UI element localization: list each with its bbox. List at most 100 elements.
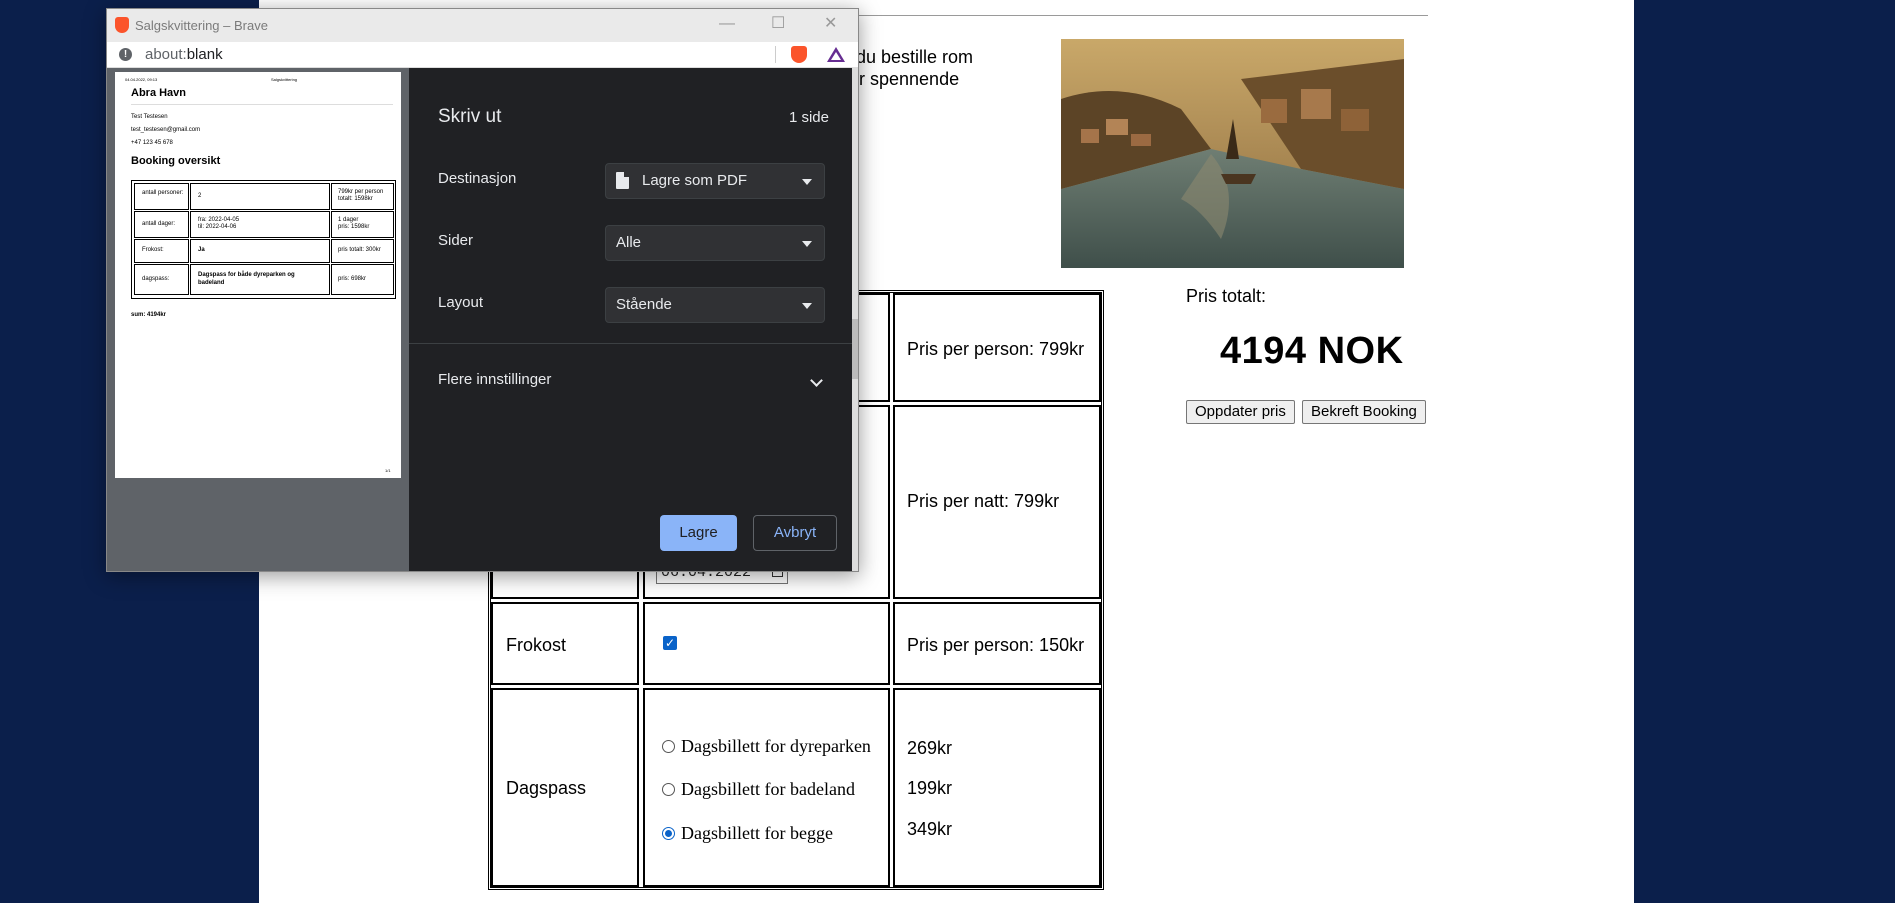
more-settings-toggle[interactable]: Flere innstillinger [438,371,551,388]
preview-page-number: 1/1 [385,468,391,473]
breakfast-price-text: Pris per person: 150kr [907,635,1085,655]
preview-cell-text: pris: 1598kr [338,224,370,230]
preview-phone: +47 123 45 678 [131,140,173,146]
table-cell: Frokost [491,602,639,685]
preview-cell-text: 799kr per person [338,189,384,195]
toolbar-separator [775,46,776,63]
layout-value: Stående [616,296,672,313]
preview-cell: 1 dager pris: 1598kr [331,211,394,238]
person-price-text: Pris per person: 799kr [907,339,1085,359]
preview-cell: dagspass: [134,264,189,295]
chevron-down-icon[interactable] [810,374,823,387]
maximize-icon[interactable]: ☐ [771,13,785,33]
save-button[interactable]: Lagre [660,515,737,551]
table-cell: Pris per person: 799kr [893,293,1101,402]
preview-cell-text: antall dager: [142,221,176,227]
preview-name: Test Testesen [131,114,168,120]
harbor-photo [1061,39,1404,268]
url-scheme: about: [145,46,187,63]
preview-cell-text: pris totalt: 300kr [338,247,381,253]
preview-cell-text: Ja [198,247,205,253]
daypass-option-label: Dagsbillett for begge [681,823,833,843]
preview-divider [131,104,393,105]
brave-shield-icon[interactable] [791,46,807,63]
preview-cell-text: badeland [198,280,225,286]
print-settings-panel: Skriv ut 1 side Destinasjon Lagre som PD… [409,68,858,571]
layout-select[interactable]: Stående [605,287,825,323]
daypass-option-label: Dagsbillett for dyreparken [681,736,871,756]
preview-table: antall personer: 2 799kr per person total… [131,180,396,299]
preview-section: Booking oversikt [131,155,221,167]
night-price-text: Pris per natt: 799kr [907,491,1060,511]
print-title: Skriv ut [438,106,502,127]
preview-cell: 2 [190,183,330,210]
preview-cell-text: pris: 698kr [338,276,367,282]
preview-header-date: 04.04.2022, 09:13 [125,77,158,82]
radio-button-selected[interactable] [662,827,675,840]
table-cell: ✓ [643,602,890,685]
radio-button[interactable] [662,783,675,796]
preview-header-title: Salgskvittering [271,77,298,82]
pages-value: Alle [616,234,642,251]
destination-value: Lagre som PDF [642,172,748,189]
document-icon [616,172,629,189]
daypass-option[interactable]: Dagsbillett for dyreparken [662,736,871,757]
pages-select[interactable]: Alle [605,225,825,261]
table-cell: Pris per natt: 799kr [893,405,1101,599]
preview-cell-text: til: 2022-04-06 [198,224,237,230]
url-text[interactable]: about:blank [145,46,223,63]
update-price-button[interactable]: Oppdater pris [1186,400,1295,424]
daypass-label: Dagspass [506,778,587,798]
preview-cell-text: 2 [198,193,202,199]
table-cell: Dagsbillett for dyreparken Dagsbillett f… [643,688,890,887]
price-total-value: 4194 NOK [1220,330,1404,372]
preview-cell: 799kr per person totalt: 1598kr [331,183,394,210]
preview-email: test_testesen@gmail.com [131,127,201,133]
confirm-booking-button[interactable]: Bekreft Booking [1302,400,1426,424]
preview-cell-text: 1 dager [338,217,359,223]
print-preview-area: 04.04.2022, 09:13 Salgskvittering Abra H… [107,68,409,571]
breakfast-label: Frokost [506,635,567,655]
info-icon[interactable]: ! [119,48,132,61]
destination-label: Destinasjon [438,170,517,187]
daypass-option-label: Dagsbillett for badeland [681,779,855,799]
preview-cell: antall dager: [134,211,189,238]
minimize-icon[interactable]: — [719,15,735,33]
url-path: blank [186,46,223,63]
preview-cell-text: dagspass: [142,276,170,282]
preview-cell-text: fra: 2022-04-05 [198,217,240,223]
address-bar[interactable]: ! about:blank [107,42,858,68]
radio-button[interactable] [662,740,675,753]
preview-cell: Frokost: [134,239,189,263]
preview-sum: sum: 4194kr [131,312,167,318]
panel-divider [409,343,858,344]
preview-cell: fra: 2022-04-05 til: 2022-04-06 [190,211,330,238]
daypass-option[interactable]: Dagsbillett for begge [662,823,833,844]
breakfast-checkbox[interactable]: ✓ [663,636,677,650]
table-cell: Dagspass [491,688,639,887]
window-titlebar[interactable]: Salgskvittering – Brave — ☐ ✕ [107,9,858,42]
intro-line: år spennende [849,69,960,89]
price-total-label: Pris totalt: [1186,286,1267,306]
preview-cell: Dagspass for både dyreparken og badeland [190,264,330,295]
brave-rewards-icon[interactable] [827,47,845,62]
close-icon[interactable]: ✕ [824,13,837,33]
preview-cell-text: Dagspass for både dyreparken og [198,272,295,278]
intro-line: du bestille rom [856,47,974,67]
preview-cell: pris totalt: 300kr [331,239,394,263]
preview-cell: pris: 698kr [331,264,394,295]
daypass-option[interactable]: Dagsbillett for badeland [662,779,855,800]
scrollbar-thumb[interactable] [852,319,858,379]
brave-logo-icon [115,17,129,33]
preview-cell: Ja [190,239,330,263]
preview-cell-text: Frokost: [142,247,164,253]
dropdown-arrow-icon [802,303,812,309]
daypass-price: 349kr [907,819,953,839]
daypass-price: 269kr [907,738,953,758]
page-count: 1 side [788,109,829,126]
destination-select[interactable]: Lagre som PDF [605,163,825,199]
cancel-button[interactable]: Avbryt [753,515,837,551]
preview-cell: antall personer: [134,183,189,210]
preview-heading: Abra Havn [131,87,187,99]
pages-label: Sider [438,232,474,249]
